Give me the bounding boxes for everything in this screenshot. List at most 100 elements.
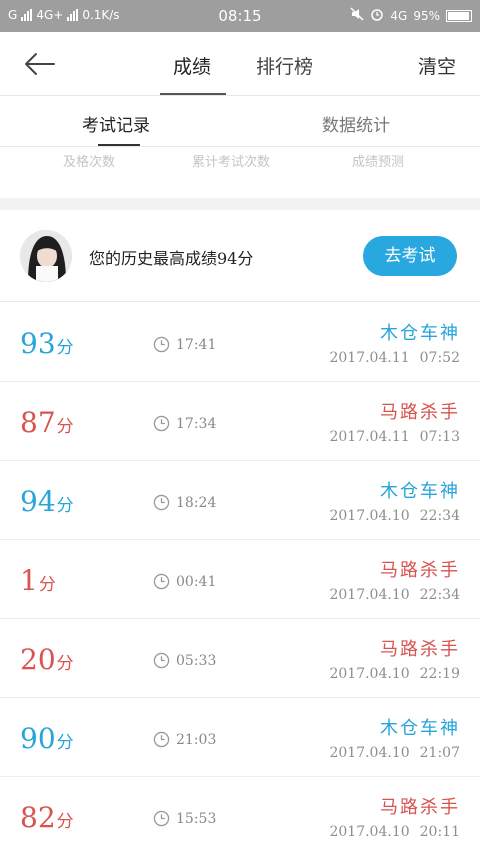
clock-icon	[153, 731, 170, 748]
record-time: 20:11	[419, 824, 460, 840]
record-title: 木仓车神	[380, 718, 460, 739]
record-score-unit: 分	[56, 417, 74, 437]
record-score: 82分	[20, 801, 74, 834]
record-duration: 21:03	[153, 731, 216, 748]
record-score-unit: 分	[38, 575, 56, 595]
record-title: 马路杀手	[380, 560, 460, 581]
tab-score-indicator	[160, 93, 226, 95]
record-score-unit: 分	[56, 654, 74, 674]
tab-score[interactable]: 成绩	[173, 52, 211, 79]
record-date: 2017.04.10	[329, 824, 410, 840]
top-nav: 成绩 排行榜 清空	[0, 32, 480, 96]
record-title: 马路杀手	[380, 402, 460, 423]
record-date: 2017.04.10	[329, 508, 410, 524]
record-score: 87分	[20, 406, 74, 439]
record-duration-value: 15:53	[176, 810, 217, 827]
record-duration: 17:41	[153, 336, 216, 353]
record-duration-value: 17:34	[176, 415, 217, 432]
record-date: 2017.04.10	[329, 745, 410, 761]
record-score: 1分	[20, 564, 56, 597]
record-row[interactable]: 90分 21:03 木仓车神 2017.04.10 21:07	[0, 698, 480, 777]
record-datetime: 2017.04.10 20:11	[329, 824, 460, 840]
record-duration: 18:24	[153, 494, 216, 511]
clear-button[interactable]: 清空	[418, 52, 456, 79]
record-title: 马路杀手	[380, 639, 460, 660]
record-datetime: 2017.04.10 22:19	[329, 666, 460, 682]
best-score-text: 您的历史最高成绩94分	[89, 249, 254, 268]
back-button[interactable]	[22, 48, 58, 80]
exam-record-list: 93分 17:41 木仓车神 2017.04.11 07:52 87分 17:34 马路杀手 2…	[0, 303, 480, 853]
record-score: 90分	[20, 722, 74, 755]
total-exams-label: 累计考试次数	[192, 155, 271, 170]
record-score-value: 93	[20, 327, 56, 360]
record-title: 木仓车神	[380, 481, 460, 502]
clock-icon	[153, 336, 170, 353]
record-date: 2017.04.11	[329, 350, 410, 366]
record-score-value: 82	[20, 801, 56, 834]
record-time: 22:34	[419, 587, 460, 603]
status-right: 4G 95%	[350, 7, 472, 24]
sub-tabs: 考试记录 数据统计	[0, 97, 480, 147]
record-score-value: 1	[20, 564, 38, 597]
record-row[interactable]: 82分 15:53 马路杀手 2017.04.10 20:11	[0, 777, 480, 853]
best-score-row: 您的历史最高成绩94分 去考试	[0, 210, 480, 302]
record-date: 2017.04.10	[329, 666, 410, 682]
status-bar: G 4G+ 0.1K/s 08:15 4G 95%	[0, 0, 480, 32]
record-title: 马路杀手	[380, 797, 460, 818]
record-row[interactable]: 20分 05:33 马路杀手 2017.04.10 22:19	[0, 619, 480, 698]
clock-icon	[153, 652, 170, 669]
battery-icon	[446, 9, 472, 22]
record-row[interactable]: 93分 17:41 木仓车神 2017.04.11 07:52	[0, 303, 480, 382]
mute-icon	[350, 7, 364, 24]
record-score: 94分	[20, 485, 74, 518]
avatar[interactable]	[20, 230, 72, 282]
arrow-left-icon	[25, 53, 55, 75]
record-datetime: 2017.04.10 22:34	[329, 508, 460, 524]
section-divider	[0, 198, 480, 210]
record-duration: 17:34	[153, 415, 216, 432]
record-score-unit: 分	[56, 496, 74, 516]
record-score-value: 87	[20, 406, 56, 439]
pass-count-label: 及格次数	[63, 155, 116, 170]
tab-data-stats[interactable]: 数据统计	[322, 111, 390, 136]
go-exam-button[interactable]: 去考试	[363, 236, 457, 276]
record-datetime: 2017.04.11 07:52	[329, 350, 460, 366]
record-score-value: 94	[20, 485, 56, 518]
record-datetime: 2017.04.10 22:34	[329, 587, 460, 603]
score-prediction-label: 成绩预测	[352, 155, 405, 170]
record-duration-value: 18:24	[176, 494, 217, 511]
record-time: 22:19	[419, 666, 460, 682]
tab-exam-records-indicator	[98, 144, 140, 146]
record-row[interactable]: 87分 17:34 马路杀手 2017.04.11 07:13	[0, 382, 480, 461]
record-duration-value: 05:33	[176, 652, 217, 669]
record-date: 2017.04.10	[329, 587, 410, 603]
record-score-unit: 分	[56, 338, 74, 358]
tab-exam-records[interactable]: 考试记录	[82, 111, 150, 136]
record-duration: 05:33	[153, 652, 216, 669]
record-time: 07:52	[419, 350, 460, 366]
record-time: 21:07	[419, 745, 460, 761]
record-datetime: 2017.04.11 07:13	[329, 429, 460, 445]
clock-icon	[153, 810, 170, 827]
clock-icon	[153, 573, 170, 590]
clock-icon	[153, 494, 170, 511]
record-duration-value: 17:41	[176, 336, 217, 353]
record-score-unit: 分	[56, 812, 74, 832]
record-duration: 00:41	[153, 573, 216, 590]
network-label-right: 4G	[390, 8, 408, 23]
record-score-value: 20	[20, 643, 56, 676]
record-duration-value: 00:41	[176, 573, 217, 590]
record-title: 木仓车神	[380, 323, 460, 344]
record-row[interactable]: 1分 00:41 马路杀手 2017.04.10 22:34	[0, 540, 480, 619]
record-row[interactable]: 94分 18:24 木仓车神 2017.04.10 22:34	[0, 461, 480, 540]
record-date: 2017.04.11	[329, 429, 410, 445]
record-duration-value: 21:03	[176, 731, 217, 748]
record-time: 22:34	[419, 508, 460, 524]
record-score-value: 90	[20, 722, 56, 755]
tab-ranking[interactable]: 排行榜	[256, 52, 313, 79]
record-score-unit: 分	[56, 733, 74, 753]
record-duration: 15:53	[153, 810, 216, 827]
record-time: 07:13	[419, 429, 460, 445]
record-score: 20分	[20, 643, 74, 676]
alarm-icon	[370, 7, 384, 24]
